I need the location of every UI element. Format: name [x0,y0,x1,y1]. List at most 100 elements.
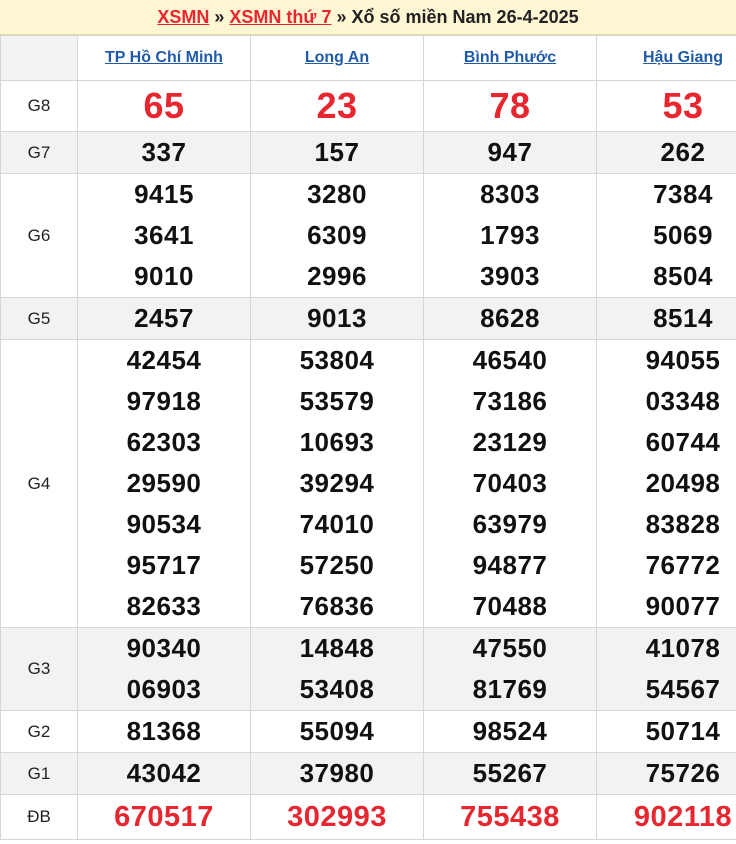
prize-number: 81368 [126,716,202,746]
prize-number: 03348 [645,386,721,416]
prize-number: 62303 [126,427,202,457]
prize-number: 63979 [472,509,548,539]
prize-cell: 81368 [77,710,251,753]
prize-cell: 302993 [250,794,424,840]
prize-number: 3641 [134,220,194,250]
province-link-ho-chi-minh[interactable]: TP Hồ Chí Minh [105,49,223,66]
prize-label: G2 [0,710,78,753]
prize-number: 70403 [472,468,548,498]
prize-number: 75726 [645,758,721,788]
prize-number: 7384 [653,179,713,209]
prize-number: 76772 [645,550,721,580]
prize-number: 90534 [126,509,202,539]
prize-number: 9415 [134,179,194,209]
prize-number: 53804 [299,345,375,375]
prize-number: 337 [141,137,187,167]
prize-row: ĐB 670517 302993 755438 902118 [0,794,736,840]
prize-table-body: G8 65 23 78 53 G7 337 157 947 262 G6 9415 3641 9010 32… [0,80,736,840]
prize-cell: 43042 [77,752,251,795]
prize-number: 70488 [472,591,548,621]
prize-number: 755438 [460,801,560,833]
prize-number: 55267 [472,758,548,788]
prize-cell: 55094 [250,710,424,753]
prize-number: 23129 [472,427,548,457]
prize-number: 8303 [480,179,540,209]
prize-row: G6 9415 3641 9010 3280 6309 2996 8303 1793 3903 73… [0,173,736,298]
prize-number: 53 [662,85,704,126]
prize-number: 8514 [653,303,713,333]
province-header-row: TP Hồ Chí Minh Long An Bình Phước Hậu Gi… [0,35,736,81]
prize-number: 73186 [472,386,548,416]
province-header: Bình Phước [423,35,597,81]
prize-number: 54567 [645,674,721,704]
prize-number: 06903 [126,674,202,704]
prize-cell: 14848 53408 [250,627,424,711]
prize-number: 95717 [126,550,202,580]
page-title: Xổ số miền Nam 26-4-2025 [351,7,579,27]
prize-cell: 8303 1793 3903 [423,173,597,298]
corner-cell [0,35,78,81]
prize-number: 83828 [645,509,721,539]
xsmn-link[interactable]: XSMN [157,7,209,27]
prize-number: 20498 [645,468,721,498]
prize-cell: 94055 03348 60744 20498 83828 76772 90077 [596,339,736,628]
prize-number: 5069 [653,220,713,250]
province-link-long-an[interactable]: Long An [305,49,369,66]
prize-cell: 2457 [77,297,251,340]
prize-number: 97918 [126,386,202,416]
prize-number: 82633 [126,591,202,621]
prize-number: 53408 [299,674,375,704]
prize-cell: 9013 [250,297,424,340]
prize-row: G5 2457 9013 8628 8514 [0,297,736,340]
prize-cell: 23 [250,80,424,132]
prize-cell: 46540 73186 23129 70403 63979 94877 70488 [423,339,597,628]
prize-cell: 337 [77,131,251,174]
prize-cell: 670517 [77,794,251,840]
prize-number: 9013 [307,303,367,333]
prize-label: G6 [0,173,78,298]
prize-number: 2996 [307,261,367,291]
province-header: Long An [250,35,424,81]
prize-row: G3 90340 06903 14848 53408 47550 81769 41078 545… [0,627,736,711]
prize-cell: 902118 [596,794,736,840]
prize-number: 10693 [299,427,375,457]
prize-number: 947 [487,137,533,167]
prize-cell: 55267 [423,752,597,795]
prize-number: 81769 [472,674,548,704]
prize-cell: 37980 [250,752,424,795]
prize-cell: 53 [596,80,736,132]
prize-number: 37980 [299,758,375,788]
prize-cell: 262 [596,131,736,174]
prize-label: G8 [0,80,78,132]
prize-number: 94877 [472,550,548,580]
prize-cell: 8628 [423,297,597,340]
prize-row: G4 42454 97918 62303 29590 90534 95717 82633 538… [0,339,736,628]
province-link-hau-giang[interactable]: Hậu Giang [643,49,723,66]
prize-cell: 75726 [596,752,736,795]
prize-cell: 157 [250,131,424,174]
province-header: Hậu Giang [596,35,736,81]
prize-cell: 65 [77,80,251,132]
prize-number: 157 [314,137,360,167]
prize-cell: 7384 5069 8504 [596,173,736,298]
prize-label: G4 [0,339,78,628]
prize-cell: 53804 53579 10693 39294 74010 57250 76836 [250,339,424,628]
prize-number: 55094 [299,716,375,746]
xsmn-saturday-link[interactable]: XSMN thứ 7 [229,7,331,27]
prize-number: 8504 [653,261,713,291]
province-link-binh-phuoc[interactable]: Bình Phước [464,49,556,66]
prize-number: 9010 [134,261,194,291]
prize-number: 41078 [645,633,721,663]
prize-label: ĐB [0,794,78,840]
prize-row: G2 81368 55094 98524 50714 [0,710,736,753]
prize-number: 14848 [299,633,375,663]
prize-cell: 8514 [596,297,736,340]
prize-number: 670517 [114,801,214,833]
prize-cell: 98524 [423,710,597,753]
prize-cell: 755438 [423,794,597,840]
prize-row: G1 43042 37980 55267 75726 [0,752,736,795]
prize-number: 90077 [645,591,721,621]
prize-number: 94055 [645,345,721,375]
prize-cell: 50714 [596,710,736,753]
prize-number: 902118 [633,801,733,833]
